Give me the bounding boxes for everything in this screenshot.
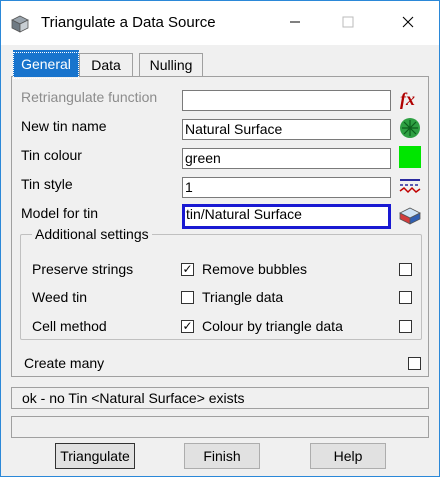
colour-by-triangle-data-label: Colour by triangle data xyxy=(202,318,343,334)
tin-style-field[interactable]: 1 xyxy=(182,177,391,198)
window-title: Triangulate a Data Source xyxy=(41,14,216,31)
tin-select-button[interactable] xyxy=(398,117,422,141)
maximize-button xyxy=(319,1,377,45)
title-bar[interactable]: Triangulate a Data Source xyxy=(1,1,439,45)
new-tin-name-label: New tin name xyxy=(21,118,107,134)
weed-tin-label: Weed tin xyxy=(32,289,87,305)
triangle-data-label: Triangle data xyxy=(202,289,284,305)
tab-nulling[interactable]: Nulling xyxy=(139,53,203,76)
weed-tin-checkbox[interactable] xyxy=(181,291,194,304)
dialog-window: Triangulate a Data Source General Data N… xyxy=(0,0,440,477)
close-icon xyxy=(402,16,414,31)
tin-colour-field[interactable]: green xyxy=(182,148,391,169)
retriangulate-function-label: Retriangulate function xyxy=(21,89,158,105)
model-layers-icon xyxy=(398,203,422,230)
cell-method-checkbox[interactable]: ✓ xyxy=(181,320,194,333)
create-many-label: Create many xyxy=(24,355,105,371)
general-panel: Retriangulate function fx New tin name N… xyxy=(11,76,429,377)
tab-data[interactable]: Data xyxy=(79,53,133,76)
model-for-tin-field[interactable]: tin/Natural Surface xyxy=(182,204,391,229)
colour-picker-button[interactable] xyxy=(398,145,422,172)
svg-text:fx: fx xyxy=(400,89,415,109)
status-secondary xyxy=(11,416,429,438)
function-icon: fx xyxy=(398,88,422,113)
colour-by-triangle-data-checkbox[interactable] xyxy=(399,320,412,333)
new-tin-name-field[interactable]: Natural Surface xyxy=(182,119,391,140)
remove-bubbles-checkbox[interactable] xyxy=(399,263,412,276)
colour-swatch-icon xyxy=(398,145,422,172)
maximize-icon xyxy=(342,16,354,31)
cell-method-label: Cell method xyxy=(32,318,107,334)
linestyle-icon xyxy=(398,175,422,200)
additional-settings-title: Additional settings xyxy=(32,226,152,242)
model-for-tin-label: Model for tin xyxy=(21,205,99,221)
create-many-checkbox[interactable] xyxy=(408,357,421,370)
preserve-strings-label: Preserve strings xyxy=(32,261,134,277)
tin-leaf-icon xyxy=(399,117,421,142)
linestyle-button[interactable] xyxy=(398,175,422,199)
preserve-strings-checkbox[interactable]: ✓ xyxy=(181,263,194,276)
tin-colour-label: Tin colour xyxy=(21,147,82,163)
function-button[interactable]: fx xyxy=(398,88,422,112)
triangle-data-checkbox[interactable] xyxy=(399,291,412,304)
close-button[interactable] xyxy=(379,1,437,45)
minimize-button[interactable] xyxy=(266,1,324,45)
app-icon xyxy=(11,15,29,33)
finish-button[interactable]: Finish xyxy=(184,443,260,469)
remove-bubbles-label: Remove bubbles xyxy=(202,261,308,277)
minimize-icon xyxy=(289,16,301,31)
model-select-button[interactable] xyxy=(398,204,422,228)
triangulate-button[interactable]: Triangulate xyxy=(55,443,135,469)
dialog-body: General Data Nulling Retriangulate funct… xyxy=(1,45,439,476)
tab-general[interactable]: General xyxy=(13,50,79,77)
retriangulate-function-field[interactable] xyxy=(182,90,391,111)
status-message: ok - no Tin <Natural Surface> exists xyxy=(11,387,429,409)
help-button[interactable]: Help xyxy=(310,443,386,469)
tin-style-label: Tin style xyxy=(21,176,73,192)
